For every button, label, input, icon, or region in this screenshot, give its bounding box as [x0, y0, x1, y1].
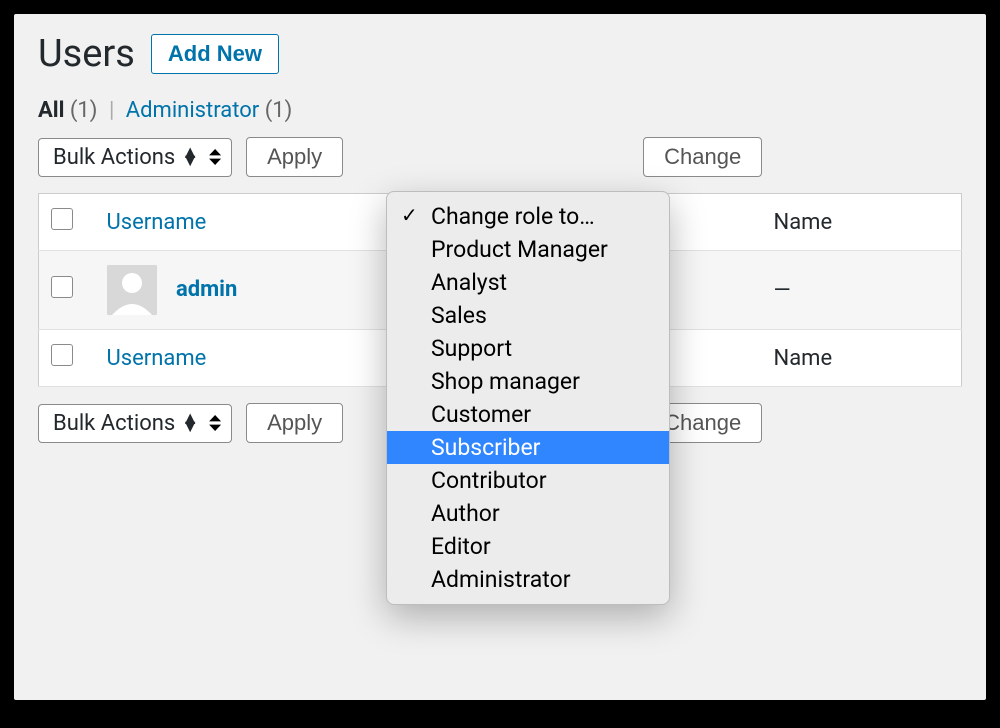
select-all-checkbox-top[interactable]: [51, 208, 73, 230]
apply-button-top[interactable]: Apply: [246, 137, 343, 177]
row-checkbox[interactable]: [51, 276, 73, 298]
page-title: Users: [38, 32, 135, 76]
apply-button-bottom[interactable]: Apply: [246, 403, 343, 443]
username-link[interactable]: admin: [176, 277, 237, 302]
dropdown-item[interactable]: Analyst: [387, 266, 669, 299]
dropdown-item[interactable]: Product Manager: [387, 233, 669, 266]
filter-all[interactable]: All (1): [38, 98, 97, 123]
dropdown-item[interactable]: Shop manager: [387, 365, 669, 398]
sort-icon: ▲▼: [181, 149, 199, 165]
dropdown-item[interactable]: Sales: [387, 299, 669, 332]
bulk-actions-select[interactable]: Bulk Actions ▲▼: [38, 138, 232, 177]
dropdown-item[interactable]: Contributor: [387, 464, 669, 497]
add-new-button[interactable]: Add New: [151, 34, 279, 74]
column-username-bottom[interactable]: Username: [107, 346, 207, 371]
filter-administrator[interactable]: Administrator (1): [126, 98, 292, 123]
change-button-top[interactable]: Change: [643, 137, 762, 177]
sort-icon: ▲▼: [181, 415, 199, 431]
bulk-actions-top: Bulk Actions ▲▼ Apply Change: [38, 137, 962, 177]
column-username[interactable]: Username: [107, 210, 207, 235]
user-name-value: —: [774, 278, 791, 303]
page-header: Users Add New: [38, 32, 962, 76]
dropdown-item[interactable]: Customer: [387, 398, 669, 431]
column-name[interactable]: Name: [774, 210, 833, 235]
bulk-actions-select-bottom[interactable]: Bulk Actions ▲▼: [38, 404, 232, 443]
column-name-bottom[interactable]: Name: [774, 346, 833, 371]
filter-links: All (1) | Administrator (1): [38, 98, 962, 123]
avatar: [107, 265, 157, 315]
dropdown-item[interactable]: Subscriber: [387, 431, 669, 464]
dropdown-item[interactable]: Editor: [387, 530, 669, 563]
select-all-checkbox-bottom[interactable]: [51, 344, 73, 366]
users-page: Users Add New All (1) | Administrator (1…: [14, 14, 986, 700]
filter-separator: |: [109, 98, 114, 123]
dropdown-item[interactable]: Change role to…: [387, 200, 669, 233]
dropdown-item[interactable]: Administrator: [387, 563, 669, 596]
dropdown-item[interactable]: Support: [387, 332, 669, 365]
role-dropdown[interactable]: Change role to…Product ManagerAnalystSal…: [386, 191, 670, 605]
dropdown-item[interactable]: Author: [387, 497, 669, 530]
